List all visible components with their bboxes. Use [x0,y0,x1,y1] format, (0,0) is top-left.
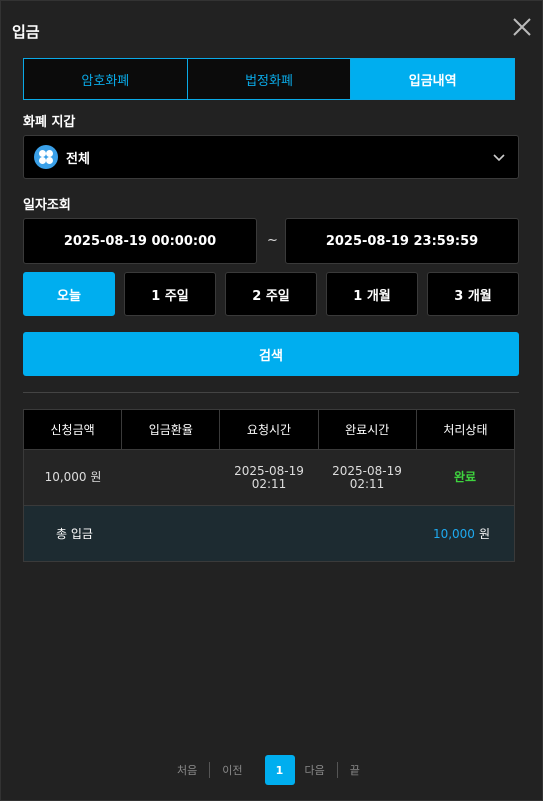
search-button[interactable]: 검색 [23,332,519,376]
header-rate: 입금환율 [121,410,219,449]
divider [23,392,519,393]
table-row: 10,000 원 2025-08-19 02:11 2025-08-19 02:… [24,450,514,506]
tab-crypto[interactable]: 암호화폐 [24,59,187,99]
total-row: 총 입금 10,000 원 [24,506,514,561]
chevron-down-icon [493,154,505,162]
total-value: 10,000 [432,527,475,541]
pager-next-link[interactable]: 다음 [301,762,337,778]
header-amount: 신청금액 [50,423,95,437]
wallet-all-icon [34,145,58,169]
period-2week-button[interactable]: 2 주일 [225,272,317,316]
wallet-select[interactable]: 전체 [23,135,519,179]
date-separator: ~ [267,233,278,248]
pager-prev-link[interactable]: 이전 [209,762,254,778]
cell-requested: 2025-08-19 02:11 [220,450,318,505]
tab-deposit-history[interactable]: 입금내역 [350,59,515,99]
deposit-table: 신청금액 입금환율 요청시간 완료시간 처리상태 10,000 원 2025-0… [23,409,515,562]
close-icon[interactable] [510,15,534,39]
header-completed: 완료시간 [317,410,416,449]
date-to-input[interactable]: 2025-08-19 23:59:59 [285,218,519,264]
wallet-label: 화폐 지갑 [23,115,76,130]
tab-bar: 암호화폐 법정화폐 입금내역 [23,58,515,100]
deposit-modal: 입금 암호화폐 법정화폐 입금내역 화폐 지갑 전체 일자조회 2025-08-… [0,0,543,801]
total-amount: 10,000 원 [433,525,490,542]
pager-first-link[interactable]: 처음 [165,762,209,778]
header-requested: 요청시간 [219,410,317,449]
cell-rate [122,450,220,505]
cell-requested-time: 02:11 [251,476,287,491]
modal-title: 입금 [12,23,40,41]
pager-page-1[interactable]: 1 [264,755,295,785]
pager-last-link[interactable]: 끝 [336,762,372,778]
cell-completed: 2025-08-19 02:11 [318,450,416,505]
date-from-input[interactable]: 2025-08-19 00:00:00 [23,218,257,264]
date-label: 일자조회 [23,198,71,213]
wallet-select-value: 전체 [66,151,90,167]
table-header: 신청금액 입금환율 요청시간 완료시간 처리상태 [24,410,514,450]
tab-fiat[interactable]: 법정화폐 [186,59,351,99]
period-3month-button[interactable]: 3 개월 [427,272,519,316]
cell-completed-time: 02:11 [349,476,385,491]
cell-requested-date: 2025-08-19 [234,463,304,478]
cell-completed-date: 2025-08-19 [332,463,402,478]
period-today-button[interactable]: 오늘 [23,272,115,316]
period-1month-button[interactable]: 1 개월 [326,272,418,316]
total-unit: 원 [478,527,490,541]
header-status: 처리상태 [415,410,514,449]
period-buttons: 오늘 1 주일 2 주일 1 개월 3 개월 [23,272,519,316]
pagination: 처음 이전 1 다음 끝 [165,755,372,785]
cell-amount: 10,000 원 [44,470,102,484]
period-1week-button[interactable]: 1 주일 [124,272,216,316]
total-label: 총 입금 [56,527,93,541]
status-badge: 완료 [453,470,477,484]
